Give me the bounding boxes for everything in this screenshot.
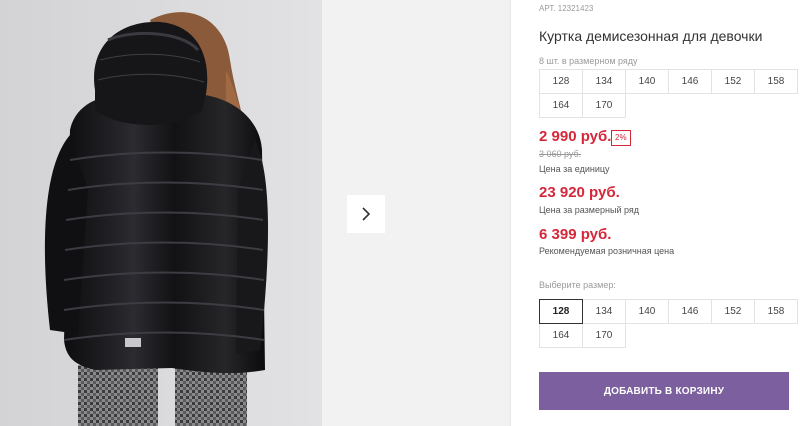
size-option[interactable]: 146 <box>668 299 712 324</box>
rrp-price-caption: Рекомендуемая розничная цена <box>539 246 675 256</box>
old-price: 3 060 руб. <box>539 149 582 159</box>
size-row-note: 8 шт. в размерном ряду <box>539 56 638 66</box>
size-option[interactable]: 134 <box>582 299 626 324</box>
row-price: 23 920 руб. <box>539 184 620 201</box>
product-sku: АРТ. 12321423 <box>539 4 594 13</box>
rrp-price: 6 399 руб. <box>539 226 612 243</box>
size-row-grid: 128 134 140 146 152 158 164 170 <box>539 69 798 118</box>
column-divider <box>510 0 511 426</box>
row-size-cell: 140 <box>625 69 669 94</box>
row-size-cell: 134 <box>582 69 626 94</box>
row-size-cell: 128 <box>539 69 583 94</box>
size-option[interactable]: 152 <box>711 299 755 324</box>
size-picker-grid: 128 134 140 146 152 158 164 170 <box>539 299 798 348</box>
size-option[interactable]: 164 <box>539 323 583 348</box>
add-to-cart-button[interactable]: ДОБАВИТЬ В КОРЗИНУ <box>539 372 789 410</box>
row-size-cell: 146 <box>668 69 712 94</box>
row-size-cell: 152 <box>711 69 755 94</box>
row-size-cell: 170 <box>582 93 626 118</box>
gallery-next-button[interactable] <box>347 195 385 233</box>
product-title: Куртка демисезонная для девочки <box>539 28 763 44</box>
size-option-selected[interactable]: 128 <box>539 299 583 324</box>
product-photo-illustration <box>0 0 322 426</box>
product-photo <box>0 0 322 426</box>
unit-price-caption: Цена за единицу <box>539 164 610 174</box>
row-size-cell: 164 <box>539 93 583 118</box>
chevron-right-icon <box>362 207 371 221</box>
size-option[interactable]: 158 <box>754 299 798 324</box>
discount-badge: 2% <box>611 130 631 146</box>
size-option[interactable]: 170 <box>582 323 626 348</box>
unit-price: 2 990 руб. <box>539 128 612 145</box>
row-size-cell: 158 <box>754 69 798 94</box>
row-price-caption: Цена за размерный ряд <box>539 205 640 215</box>
size-option[interactable]: 140 <box>625 299 669 324</box>
size-picker-label: Выберите размер: <box>539 280 616 290</box>
